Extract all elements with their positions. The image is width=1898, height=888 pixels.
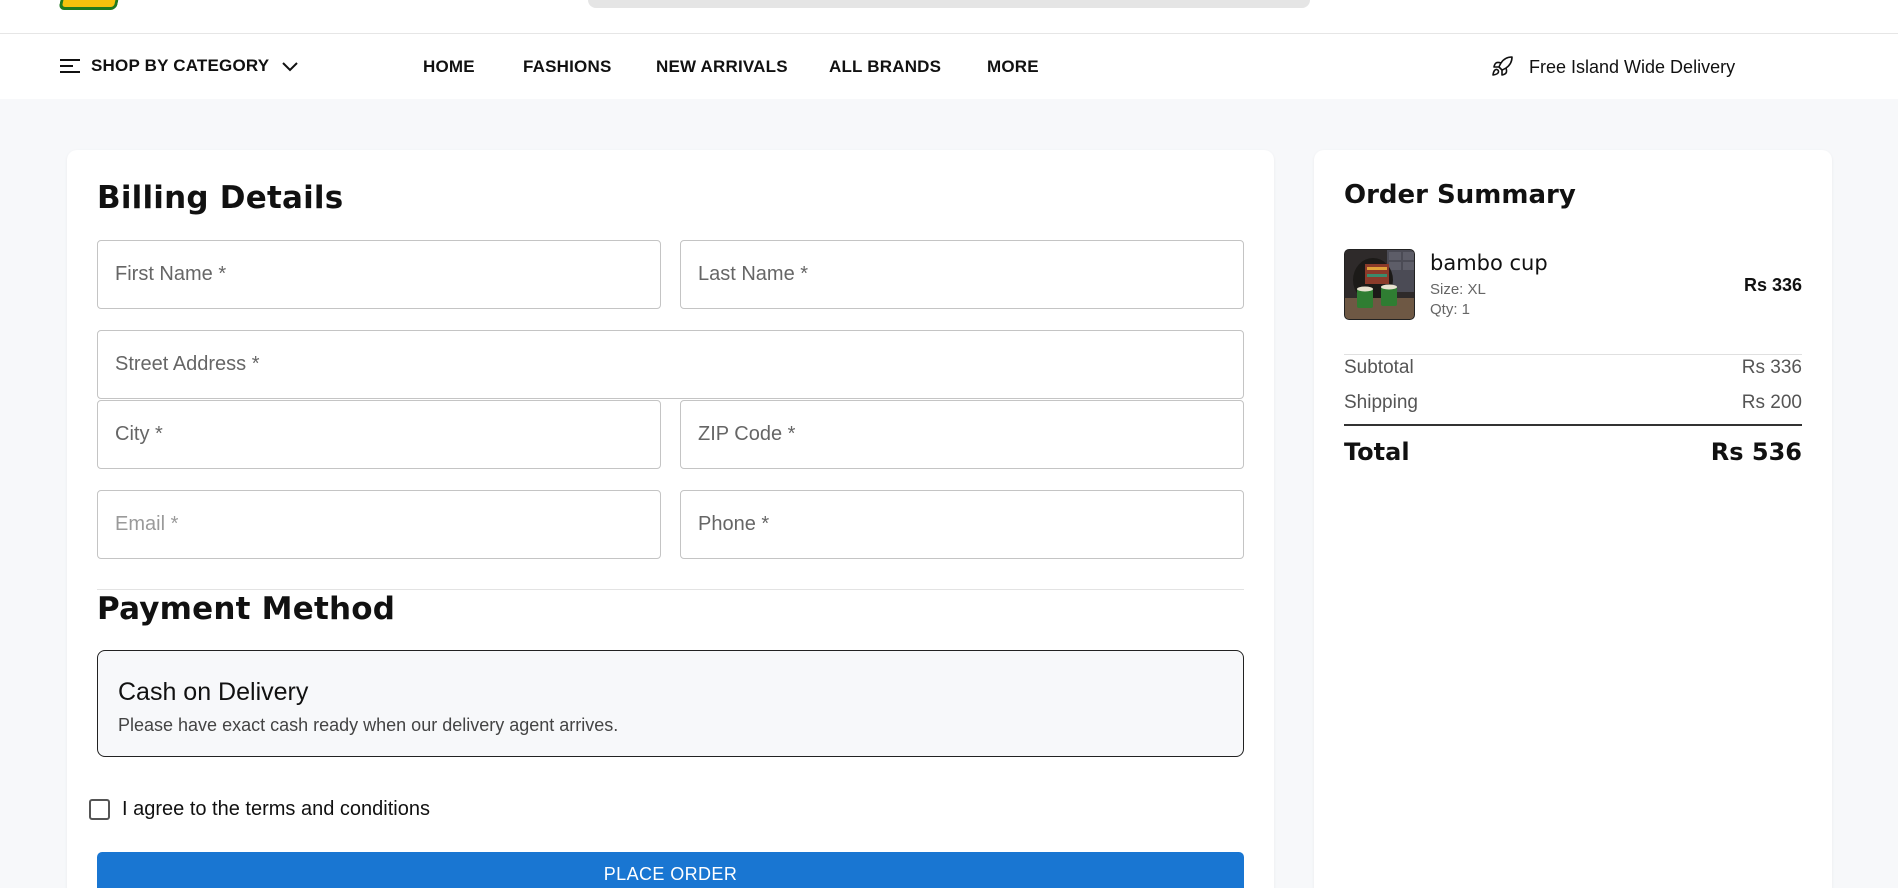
rocket-icon (1492, 56, 1513, 76)
first-name-input[interactable] (98, 241, 660, 308)
city-field[interactable] (97, 400, 661, 469)
phone-field[interactable] (680, 490, 1244, 559)
total-label: Total (1344, 438, 1410, 466)
phone-input[interactable] (681, 491, 1243, 558)
chevron-down-icon (282, 62, 298, 72)
total-row: Total Rs 536 (1344, 438, 1802, 466)
order-summary-title: Order Summary (1344, 180, 1576, 210)
terms-agreement[interactable]: I agree to the terms and conditions (89, 798, 430, 821)
city-input[interactable] (98, 401, 660, 468)
store-logo[interactable] (58, 0, 120, 10)
menu-icon (60, 59, 80, 73)
payment-option-cod[interactable]: Cash on Delivery Please have exact cash … (97, 650, 1244, 757)
shop-by-category-label: SHOP BY CATEGORY (91, 56, 270, 75)
nav-link-all-brands[interactable]: ALL BRANDS (829, 57, 941, 77)
nav-link-fashions[interactable]: FASHIONS (523, 57, 612, 77)
place-order-button[interactable]: PLACE ORDER (97, 852, 1244, 888)
main-nav: SHOP BY CATEGORY HOME FASHIONS NEW ARRIV… (0, 34, 1898, 99)
payment-method-title: Payment Method (97, 591, 396, 627)
billing-card: Billing Details Payment Method Cash on D… (67, 150, 1274, 888)
delivery-banner: Free Island Wide Delivery (1490, 55, 1735, 79)
zip-code-input[interactable] (681, 401, 1243, 468)
shipping-row: Shipping Rs 200 (1344, 392, 1802, 414)
last-name-input[interactable] (681, 241, 1243, 308)
nav-link-new-arrivals[interactable]: NEW ARRIVALS (656, 57, 788, 77)
terms-checkbox[interactable] (89, 799, 110, 820)
product-price: Rs 336 (1743, 275, 1802, 295)
subtotal-row: Subtotal Rs 336 (1344, 357, 1802, 379)
nav-link-home[interactable]: HOME (423, 57, 475, 77)
product-thumbnail (1344, 249, 1415, 320)
subtotal-value: Rs 336 (1741, 357, 1802, 378)
top-header (0, 0, 1898, 34)
subtotal-label: Subtotal (1344, 357, 1414, 378)
product-name: bambo cup (1430, 251, 1548, 275)
terms-label: I agree to the terms and conditions (122, 798, 430, 820)
payment-option-title: Cash on Delivery (118, 678, 309, 706)
product-image (1345, 250, 1414, 319)
product-qty: Qty: 1 (1430, 301, 1471, 318)
shop-by-category-button[interactable]: SHOP BY CATEGORY (60, 56, 299, 76)
payment-option-description: Please have exact cash ready when our de… (118, 715, 619, 735)
shipping-value: Rs 200 (1741, 392, 1802, 413)
section-divider (97, 589, 1244, 590)
email-input[interactable] (98, 491, 660, 558)
delivery-text: Free Island Wide Delivery (1529, 56, 1736, 77)
search-bar[interactable] (588, 0, 1310, 8)
product-size: Size: XL (1430, 281, 1486, 298)
total-value: Rs 536 (1710, 438, 1802, 466)
total-divider (1344, 424, 1802, 426)
first-name-field[interactable] (97, 240, 661, 309)
zip-code-field[interactable] (680, 400, 1244, 469)
email-field[interactable] (97, 490, 661, 559)
street-address-field[interactable] (97, 330, 1244, 399)
last-name-field[interactable] (680, 240, 1244, 309)
street-address-input[interactable] (98, 331, 1243, 398)
summary-divider (1344, 354, 1802, 355)
shipping-label: Shipping (1344, 392, 1418, 413)
order-summary-card: Order Summary bambo cup Size: XL Qty: 1 … (1314, 150, 1832, 888)
billing-title: Billing Details (97, 180, 344, 216)
nav-link-more[interactable]: MORE (987, 57, 1039, 77)
